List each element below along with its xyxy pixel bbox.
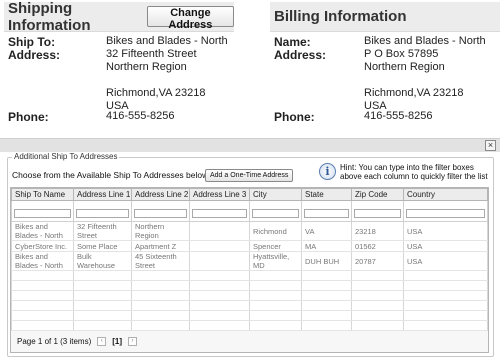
cell-state: VA xyxy=(301,221,352,241)
column-header-state[interactable]: State xyxy=(301,188,352,201)
cell-zip-code: 20787 xyxy=(351,251,404,271)
billing-header: Billing Information xyxy=(270,2,500,32)
cell-city: Hyattsville, MD xyxy=(249,251,302,271)
bill-name-value: Bikes and Blades - North xyxy=(364,35,486,47)
grid-filter-row xyxy=(11,200,488,222)
cell-state: MA xyxy=(301,240,352,252)
table-row[interactable]: CyberStore Inc. Some Place Apartment Z S… xyxy=(11,240,488,252)
additional-ship-to-legend: Additional Ship To Addresses xyxy=(12,152,120,161)
bill-address-line2: Northern Region xyxy=(364,61,445,73)
filter-address-line-2[interactable] xyxy=(134,209,187,218)
pager-summary: Page 1 of 1 (3 items) xyxy=(17,337,92,346)
ship-to-grid: Ship To Name Address Line 1 Address Line… xyxy=(10,187,489,341)
billing-information-panel: Billing Information Name: Bikes and Blad… xyxy=(270,2,500,124)
cell-address-line-3 xyxy=(189,251,250,271)
cell-address-line-1: 32 Fifteenth Street xyxy=(73,221,132,241)
ship-address-line2: Northern Region xyxy=(106,61,187,73)
filter-state[interactable] xyxy=(304,209,349,218)
cell-ship-to-name: CyberStore Inc. xyxy=(11,240,74,252)
ship-address-value: 32 Fifteenth Street Northern Region Rich… xyxy=(106,48,205,113)
cell-address-line-2: 45 Sixteenth Street xyxy=(131,251,190,271)
bill-phone-label: Phone: xyxy=(274,110,315,124)
cell-country: USA xyxy=(403,221,488,241)
cell-zip-code: 01562 xyxy=(351,240,404,252)
cell-country: USA xyxy=(403,240,488,252)
filter-address-line-1[interactable] xyxy=(76,209,129,218)
pager-next-icon[interactable]: › xyxy=(128,337,138,346)
ship-to-label: Ship To: xyxy=(8,35,56,49)
shipping-title: Shipping Information xyxy=(8,0,91,34)
ship-address-label: Address: xyxy=(8,48,61,62)
cell-city: Richmond xyxy=(249,221,302,241)
ship-phone-value: 416-555-8256 xyxy=(106,110,175,122)
filter-country[interactable] xyxy=(406,209,485,218)
filter-hint-text: Hint: You can type into the filter boxes… xyxy=(340,163,488,181)
column-header-zip-code[interactable]: Zip Code xyxy=(351,188,404,201)
ship-address-line1: 32 Fifteenth Street xyxy=(106,48,197,60)
cell-address-line-2: Apartment Z xyxy=(131,240,190,252)
grid-pager: Page 1 of 1 (3 items) ‹ [1] › xyxy=(10,331,489,353)
choose-instructions: Choose from the Available Ship To Addres… xyxy=(12,170,221,180)
ship-address-city: Richmond,VA 23218 xyxy=(106,87,206,99)
column-header-address-line-2[interactable]: Address Line 2 xyxy=(131,188,190,201)
filter-address-line-3[interactable] xyxy=(192,209,247,218)
bill-address-line1: P O Box 57895 xyxy=(364,48,439,60)
cell-zip-code: 23218 xyxy=(351,221,404,241)
filter-zip-code[interactable] xyxy=(354,209,401,218)
change-address-button[interactable]: Change Address xyxy=(146,6,234,31)
info-icon: i xyxy=(319,163,336,180)
empty-row xyxy=(11,310,488,321)
grid-header-row: Ship To Name Address Line 1 Address Line… xyxy=(11,188,488,201)
filter-ship-to-name[interactable] xyxy=(14,209,71,218)
pager-prev-icon[interactable]: ‹ xyxy=(97,337,107,346)
bill-phone-value: 416-555-8256 xyxy=(364,110,433,122)
ship-phone-label: Phone: xyxy=(8,110,49,124)
pager-current-page[interactable]: [1] xyxy=(112,337,122,346)
cell-address-line-3 xyxy=(189,221,250,241)
cell-country: USA xyxy=(403,251,488,271)
cell-ship-to-name: Bikes and Blades - North xyxy=(11,251,74,271)
column-header-city[interactable]: City xyxy=(249,188,302,201)
cell-ship-to-name: Bikes and Blades - North xyxy=(11,221,74,241)
dialog-title-bar: × xyxy=(0,138,500,152)
bill-name-label: Name: xyxy=(274,35,311,49)
table-row[interactable]: Bikes and Blades - North Bulk Warehouse … xyxy=(11,251,488,271)
column-header-address-line-1[interactable]: Address Line 1 xyxy=(73,188,132,201)
shipping-header: Shipping Information Change Address xyxy=(4,0,234,34)
empty-row xyxy=(11,300,488,311)
empty-row xyxy=(11,320,488,331)
add-one-time-address-button[interactable]: Add a One-Time Address xyxy=(205,169,294,182)
ship-to-value: Bikes and Blades - North xyxy=(106,35,228,47)
ship-to-table: Ship To Name Address Line 1 Address Line… xyxy=(11,188,488,341)
billing-title: Billing Information xyxy=(274,8,407,25)
cell-state: DUH BUH xyxy=(301,251,352,271)
column-header-country[interactable]: Country xyxy=(403,188,488,201)
filter-city[interactable] xyxy=(252,209,299,218)
cell-address-line-1: Some Place xyxy=(73,240,132,252)
empty-row xyxy=(11,290,488,301)
cell-address-line-2: Northern Region xyxy=(131,221,190,241)
column-header-ship-to-name[interactable]: Ship To Name xyxy=(11,188,74,201)
bill-address-value: P O Box 57895 Northern Region Richmond,V… xyxy=(364,48,463,113)
cell-city: Spencer xyxy=(249,240,302,252)
table-row[interactable]: Bikes and Blades - North 32 Fifteenth St… xyxy=(11,221,488,241)
empty-row xyxy=(11,280,488,291)
close-icon[interactable]: × xyxy=(485,140,496,151)
empty-row xyxy=(11,270,488,281)
column-header-address-line-3[interactable]: Address Line 3 xyxy=(189,188,250,201)
bill-address-label: Address: xyxy=(274,48,327,62)
bill-address-city: Richmond,VA 23218 xyxy=(364,87,464,99)
cell-address-line-3 xyxy=(189,240,250,252)
shipping-information-panel: Shipping Information Change Address Ship… xyxy=(4,0,234,124)
cell-address-line-1: Bulk Warehouse xyxy=(73,251,132,271)
